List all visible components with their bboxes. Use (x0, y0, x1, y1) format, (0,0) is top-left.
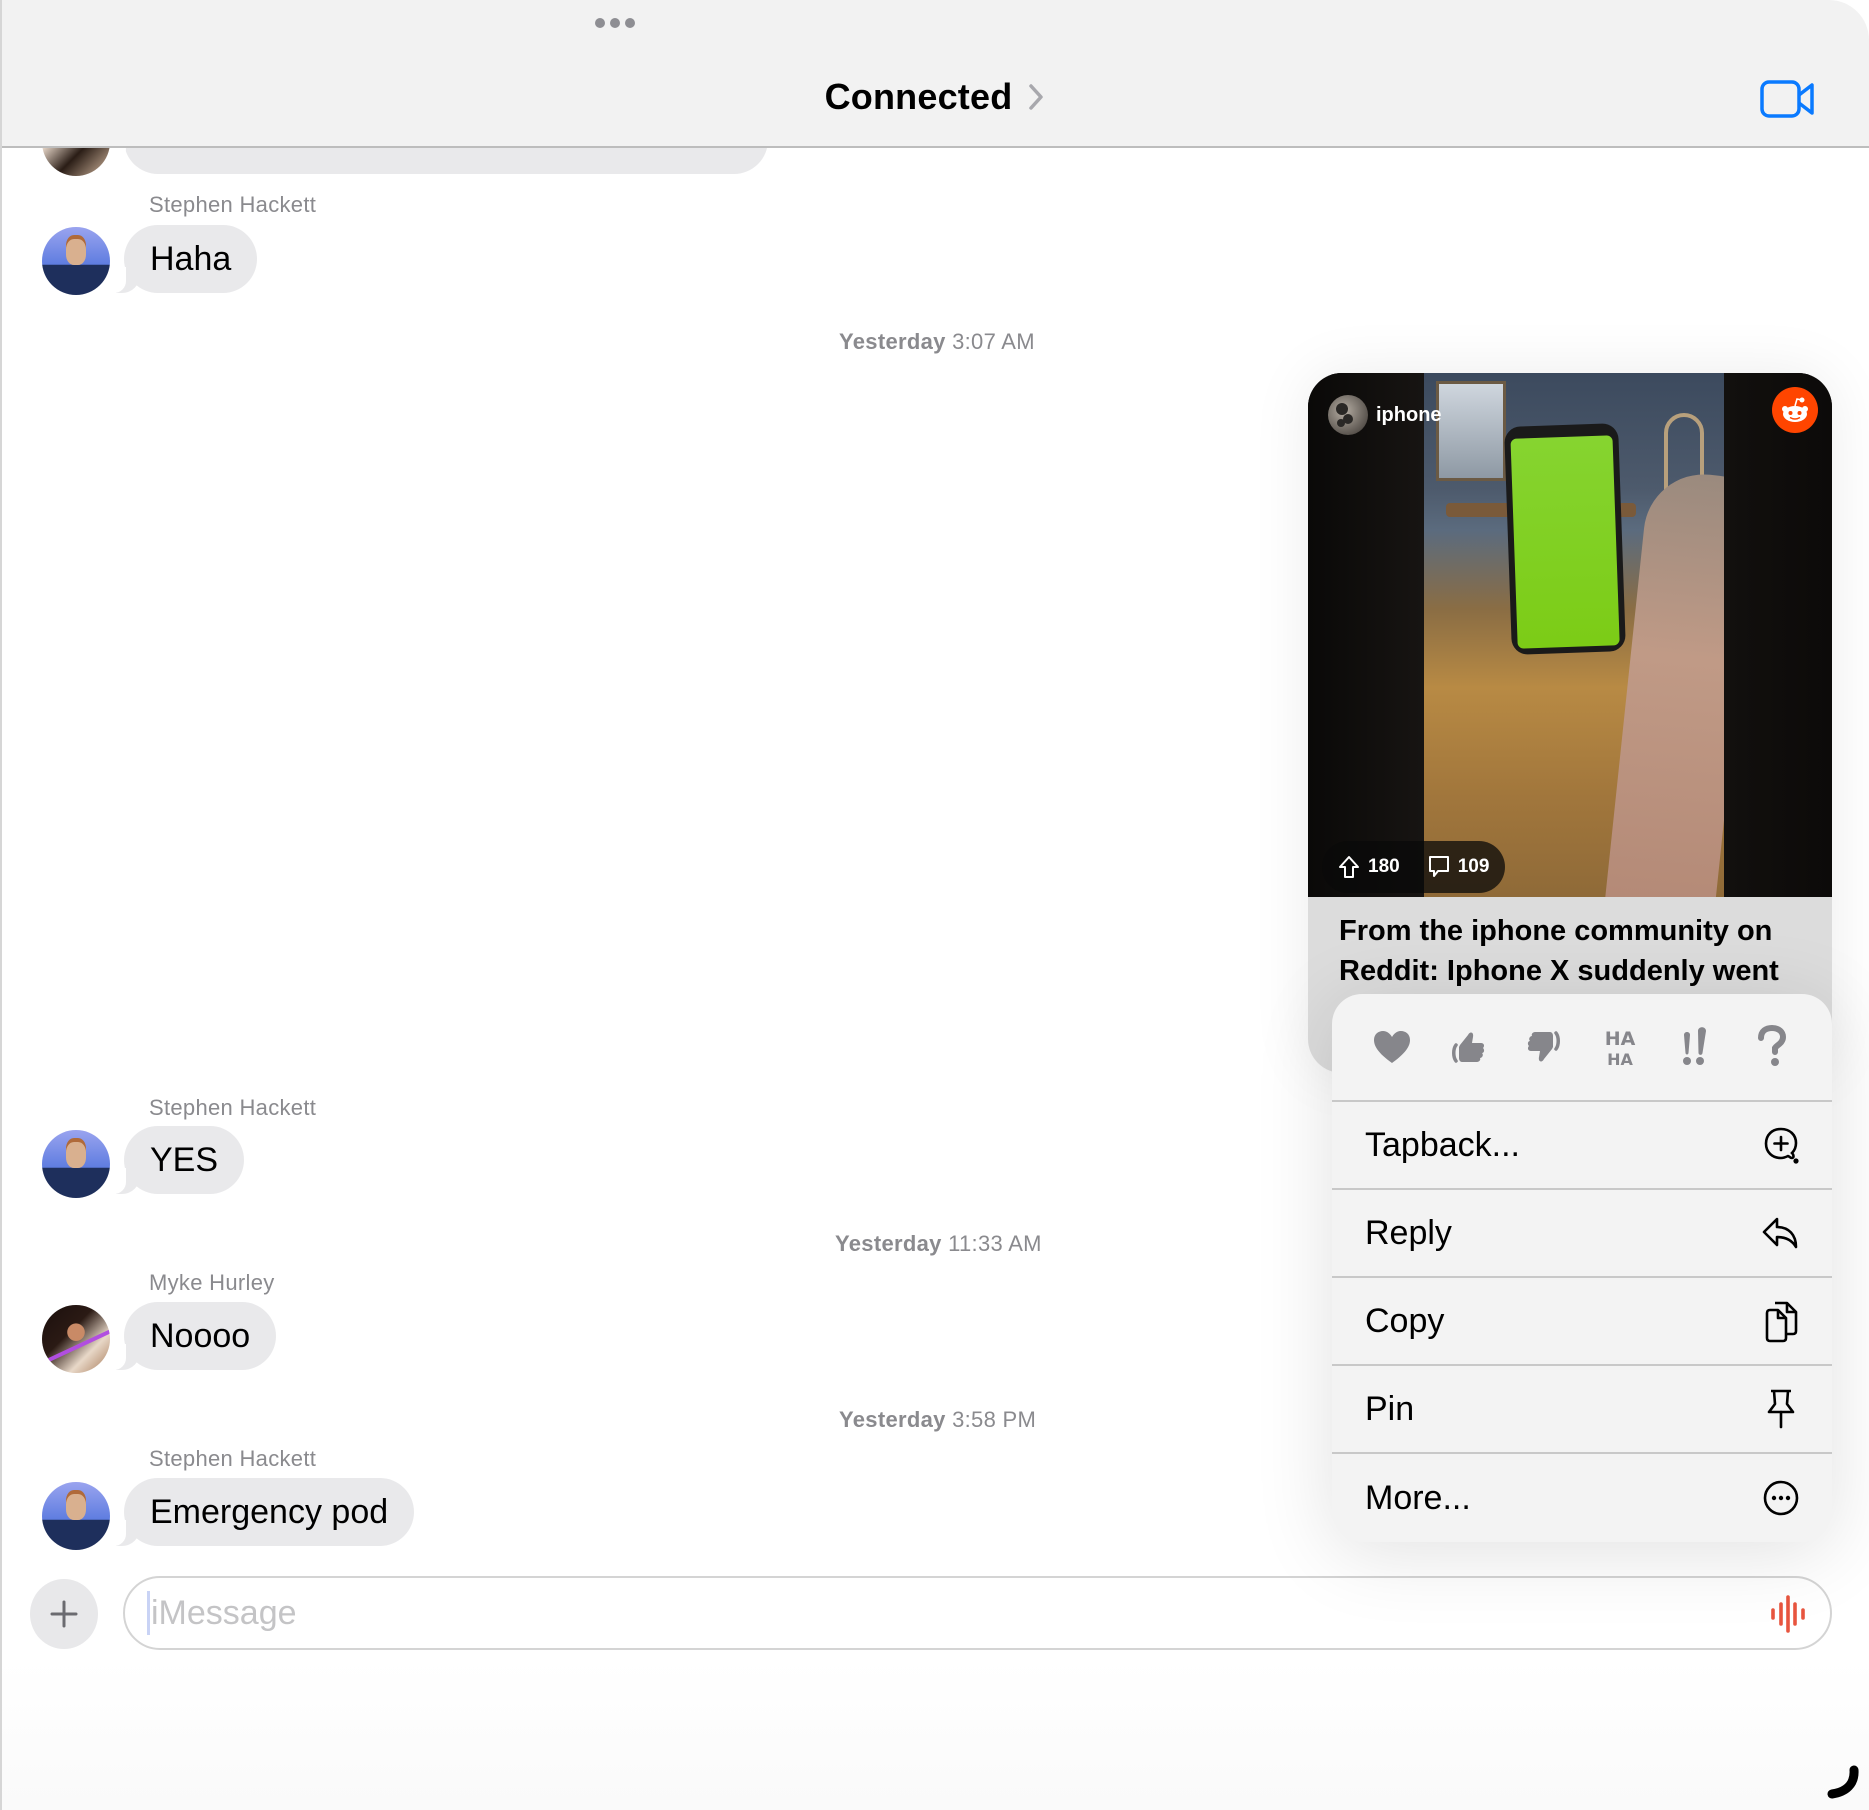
timestamp: Yesterday 11:33 AM (835, 1231, 1042, 1257)
sender-name: Stephen Hackett (149, 1446, 317, 1471)
conversation-title-button[interactable]: Connected (2, 76, 1869, 118)
timestamp-time: 3:58 PM (952, 1407, 1037, 1432)
timestamp-day: Yesterday (839, 329, 946, 354)
thumbnail-blur-left (1308, 373, 1424, 897)
message-context-menu: HA HA Tapback... Reply Copy Pin More... (1332, 994, 1832, 1542)
conversation-header: Connected (2, 0, 1869, 148)
thumbnail-blur-right (1724, 373, 1832, 897)
avatar-stephen-hackett[interactable] (42, 227, 110, 295)
avatar-myke-hurley[interactable] (42, 1305, 110, 1373)
comment-bubble-icon (1428, 856, 1449, 877)
pin-icon (1760, 1388, 1802, 1430)
timestamp-time: 11:33 AM (948, 1231, 1042, 1256)
thumbs-up-icon (1452, 1032, 1485, 1063)
grabber-dot (610, 18, 620, 28)
imessage-input[interactable]: iMessage (123, 1576, 1832, 1650)
tapback-question[interactable] (1742, 1017, 1802, 1077)
reddit-snoo-icon (1782, 397, 1808, 422)
heart-icon (1374, 1031, 1410, 1063)
timestamp-day: Yesterday (839, 1407, 946, 1432)
add-reaction-icon (1760, 1124, 1802, 1166)
haha-icon: HA HA (1605, 1028, 1636, 1069)
double-exclamation-icon (1683, 1027, 1706, 1065)
menu-item-copy[interactable]: Copy (1332, 1278, 1832, 1366)
timestamp: Yesterday 3:07 AM (839, 329, 1035, 355)
plus-icon (50, 1600, 78, 1628)
post-stats: 180 109 (1322, 841, 1506, 893)
input-placeholder: iMessage (151, 1593, 297, 1632)
copy-documents-icon (1760, 1300, 1802, 1343)
grabber-dot (625, 18, 635, 28)
menu-item-tapback[interactable]: Tapback... (1332, 1102, 1832, 1190)
upvote-count: 180 (1368, 856, 1400, 877)
reddit-link-card[interactable]: iphone 180 109 From the iphone community… (1308, 373, 1832, 1073)
timestamp-day: Yesterday (835, 1231, 942, 1256)
subreddit-name: iphone (1376, 403, 1442, 426)
tapback-bar: HA HA (1332, 994, 1832, 1102)
message-bubble[interactable]: Emergency pod (111, 1478, 415, 1546)
tapback-thumbs-up[interactable] (1438, 1017, 1498, 1077)
reddit-logo-icon (1772, 387, 1818, 433)
chevron-right-icon (1029, 84, 1044, 110)
thumbnail-phone (1504, 423, 1626, 655)
video-camera-icon[interactable] (1760, 80, 1816, 118)
message-text: Noooo (150, 1316, 251, 1355)
thumbs-down-icon (1527, 1031, 1560, 1062)
timestamp-time: 3:07 AM (952, 329, 1035, 354)
thumbnail-window (1436, 381, 1506, 481)
menu-item-label: Reply (1365, 1213, 1452, 1252)
sender-name: Myke Hurley (149, 1270, 275, 1295)
thumbnail-green-screen (1510, 435, 1620, 649)
bottom-area (2, 1660, 1869, 1810)
question-mark-icon (1758, 1025, 1787, 1066)
avatar-stephen-hackett[interactable] (42, 1130, 110, 1198)
grabber-dot (595, 18, 605, 28)
reply-arrow-icon (1760, 1212, 1802, 1254)
sender-name: Stephen Hackett (149, 192, 317, 217)
tapback-thumbs-down[interactable] (1514, 1017, 1574, 1077)
message-text: Haha (150, 239, 232, 278)
avatar-stephen-hackett[interactable] (42, 1482, 110, 1550)
video-thumbnail[interactable]: iphone 180 109 (1308, 373, 1832, 897)
menu-item-reply[interactable]: Reply (1332, 1190, 1832, 1278)
waveform-icon[interactable] (1768, 1594, 1808, 1634)
text-cursor (147, 1591, 150, 1635)
menu-item-more[interactable]: More... (1332, 1454, 1832, 1542)
message-bubble[interactable]: Noooo (111, 1302, 277, 1370)
timestamp: Yesterday 3:58 PM (839, 1407, 1036, 1433)
messages-window: Connected All of them better options tha… (0, 0, 1869, 1810)
message-text: Emergency pod (150, 1492, 389, 1531)
tapback-emphasize[interactable] (1666, 1017, 1726, 1077)
apps-plus-button[interactable] (30, 1579, 98, 1649)
message-text: YES (150, 1140, 219, 1179)
window-resize-handle[interactable] (1824, 1764, 1860, 1800)
subreddit-avatar-icon (1328, 395, 1368, 435)
link-caption: From the iphone community on Reddit: Iph… (1339, 915, 1779, 987)
haha-bottom: HA (1607, 1050, 1633, 1069)
comment-count: 109 (1457, 856, 1490, 877)
menu-item-pin[interactable]: Pin (1332, 1366, 1832, 1454)
upvote-arrow-icon (1339, 856, 1359, 878)
window-grabber-handle[interactable] (595, 18, 635, 28)
subreddit-header: iphone (1328, 395, 1442, 435)
tapback-haha[interactable]: HA HA (1590, 1017, 1650, 1077)
ellipsis-circle-icon (1760, 1477, 1802, 1519)
sender-name: Stephen Hackett (149, 1095, 317, 1120)
tapback-heart[interactable] (1362, 1017, 1422, 1077)
menu-item-label: Tapback... (1365, 1125, 1520, 1164)
message-bubble[interactable]: YES (111, 1126, 245, 1194)
menu-item-label: More... (1365, 1478, 1471, 1517)
menu-item-label: Pin (1365, 1389, 1415, 1428)
message-bubble[interactable]: Haha (111, 225, 258, 293)
conversation-title: Connected (824, 76, 1013, 117)
menu-item-label: Copy (1365, 1301, 1445, 1340)
haha-top: HA (1605, 1028, 1636, 1050)
